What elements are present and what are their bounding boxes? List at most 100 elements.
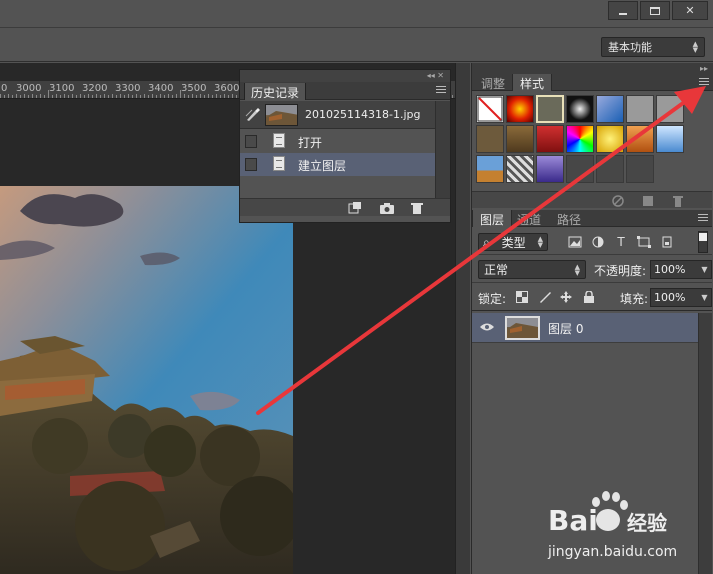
ruler-label: 3300 — [115, 83, 141, 94]
style-swatch[interactable] — [536, 155, 564, 183]
fill-label: 填充: — [620, 292, 649, 306]
history-brush-icon[interactable] — [245, 108, 261, 122]
style-swatch[interactable] — [566, 155, 594, 183]
ruler-tick — [120, 94, 121, 98]
close-button[interactable]: ✕ — [672, 1, 708, 20]
tab-paths[interactable]: 路径 — [550, 210, 588, 227]
ruler-tick — [200, 94, 201, 98]
camera-icon[interactable] — [380, 202, 394, 214]
style-swatch[interactable] — [596, 125, 624, 153]
dock-collapse-bar[interactable]: ▸▸ — [472, 63, 713, 74]
opacity-dropdown[interactable]: ▼ — [698, 260, 712, 279]
document-photo[interactable] — [0, 186, 293, 574]
lock-position-move-icon[interactable] — [560, 291, 572, 303]
ruler-label: 3000 — [16, 83, 42, 94]
style-swatch[interactable] — [506, 155, 534, 183]
fill-field[interactable]: 100% — [650, 288, 699, 307]
eye-icon[interactable] — [480, 322, 494, 332]
ruler-tick — [212, 95, 213, 98]
style-swatch[interactable] — [566, 125, 594, 153]
layer-row-selected[interactable]: 图层 0 — [472, 313, 698, 343]
tab-adjustments[interactable]: 调整 — [474, 74, 512, 91]
tab-layers[interactable]: 图层 — [472, 210, 513, 227]
ruler-tick — [0, 94, 1, 98]
lock-all-icon[interactable] — [583, 291, 595, 303]
panel-menu-icon[interactable] — [698, 214, 708, 223]
panel-collapse-bar[interactable]: ◂◂ ✕ — [240, 70, 450, 82]
shape-filter-icon[interactable] — [637, 236, 651, 248]
style-swatch[interactable] — [626, 155, 654, 183]
style-swatch[interactable] — [536, 125, 564, 153]
ruler-tick — [116, 95, 117, 98]
panel-menu-icon[interactable] — [699, 78, 709, 87]
ruler-tick — [128, 94, 129, 98]
photoshop-window: ✕ 基本功能 ▲ ▼ 0 3000 3100 3200 3300 3400 350… — [0, 0, 713, 574]
history-item[interactable]: 打开 — [240, 130, 436, 153]
style-swatch[interactable] — [626, 95, 654, 123]
history-item-selected[interactable]: 建立图层 — [240, 153, 436, 176]
layers-scrollbar[interactable] — [698, 313, 712, 574]
layer-filter-kind: 类型 — [501, 235, 526, 250]
layers-filter-row: ⌕ 类型 ▲ ▼ T — [472, 229, 712, 255]
tab-styles[interactable]: 样式 — [512, 74, 553, 91]
tab-history[interactable]: 历史记录 — [244, 83, 307, 100]
style-swatch[interactable] — [476, 155, 504, 183]
ruler-tick — [60, 95, 61, 98]
ruler-tick — [24, 94, 25, 98]
workspace-select[interactable]: 基本功能 ▲ ▼ — [601, 37, 705, 57]
ruler-tick — [228, 95, 229, 98]
new-style-icon[interactable] — [642, 195, 654, 207]
minimize-button[interactable] — [608, 1, 638, 20]
style-swatch[interactable] — [656, 125, 684, 153]
style-swatch[interactable] — [506, 125, 534, 153]
fill-dropdown[interactable]: ▼ — [698, 288, 712, 307]
style-swatch[interactable] — [476, 125, 504, 153]
blend-mode-value: 正常 — [484, 263, 509, 277]
style-swatch-none[interactable] — [476, 95, 504, 123]
ruler-tick — [12, 95, 13, 98]
blend-mode-select[interactable]: 正常 ▲ ▼ — [478, 260, 586, 279]
trash-icon[interactable] — [410, 202, 424, 214]
restore-button[interactable] — [640, 1, 670, 20]
history-source-checkbox[interactable] — [245, 135, 257, 148]
style-swatch[interactable] — [626, 125, 654, 153]
ruler-tick — [176, 94, 177, 98]
image-filter-icon[interactable] — [568, 236, 582, 248]
ruler-tick — [148, 95, 149, 98]
style-swatch[interactable] — [656, 95, 684, 123]
ruler-tick — [180, 90, 181, 98]
smart-object-filter-icon[interactable] — [660, 236, 674, 248]
ruler-tick — [80, 94, 81, 98]
history-snapshot[interactable]: 201025114318-1.jpg — [240, 101, 436, 129]
lock-transparency-icon[interactable] — [516, 291, 528, 303]
ruler-tick — [52, 95, 53, 98]
ruler-tick — [68, 95, 69, 98]
style-swatch[interactable] — [506, 95, 534, 123]
document-icon — [273, 133, 285, 148]
ruler-tick — [196, 95, 197, 98]
layer-filter-select[interactable]: ⌕ 类型 ▲ ▼ — [478, 233, 548, 251]
lock-pixels-brush-icon[interactable] — [539, 291, 551, 303]
ruler-tick — [72, 94, 73, 98]
close-icon: ✕ — [685, 4, 695, 17]
ruler-tick — [44, 95, 45, 98]
style-swatch[interactable] — [596, 155, 624, 183]
ruler-tick — [96, 94, 97, 98]
history-source-checkbox[interactable] — [245, 158, 257, 171]
history-scrollbar[interactable] — [435, 101, 450, 198]
document-icon — [273, 156, 285, 171]
opacity-field[interactable]: 100% — [650, 260, 699, 279]
style-swatch-selected[interactable] — [536, 95, 564, 123]
style-swatch[interactable] — [566, 95, 594, 123]
delete-style-icon[interactable] — [672, 195, 684, 207]
ruler-tick — [144, 94, 145, 98]
filter-toggle-switch[interactable] — [698, 231, 708, 253]
tab-channels[interactable]: 通道 — [510, 210, 548, 227]
panel-menu-icon[interactable] — [436, 86, 446, 95]
adjustment-filter-icon[interactable] — [591, 236, 605, 248]
type-filter-icon[interactable]: T — [614, 236, 628, 248]
canvas-vertical-scrollbar[interactable] — [455, 63, 470, 574]
new-document-from-state-icon[interactable] — [348, 202, 362, 214]
clear-style-icon[interactable] — [612, 195, 624, 207]
style-swatch[interactable] — [596, 95, 624, 123]
